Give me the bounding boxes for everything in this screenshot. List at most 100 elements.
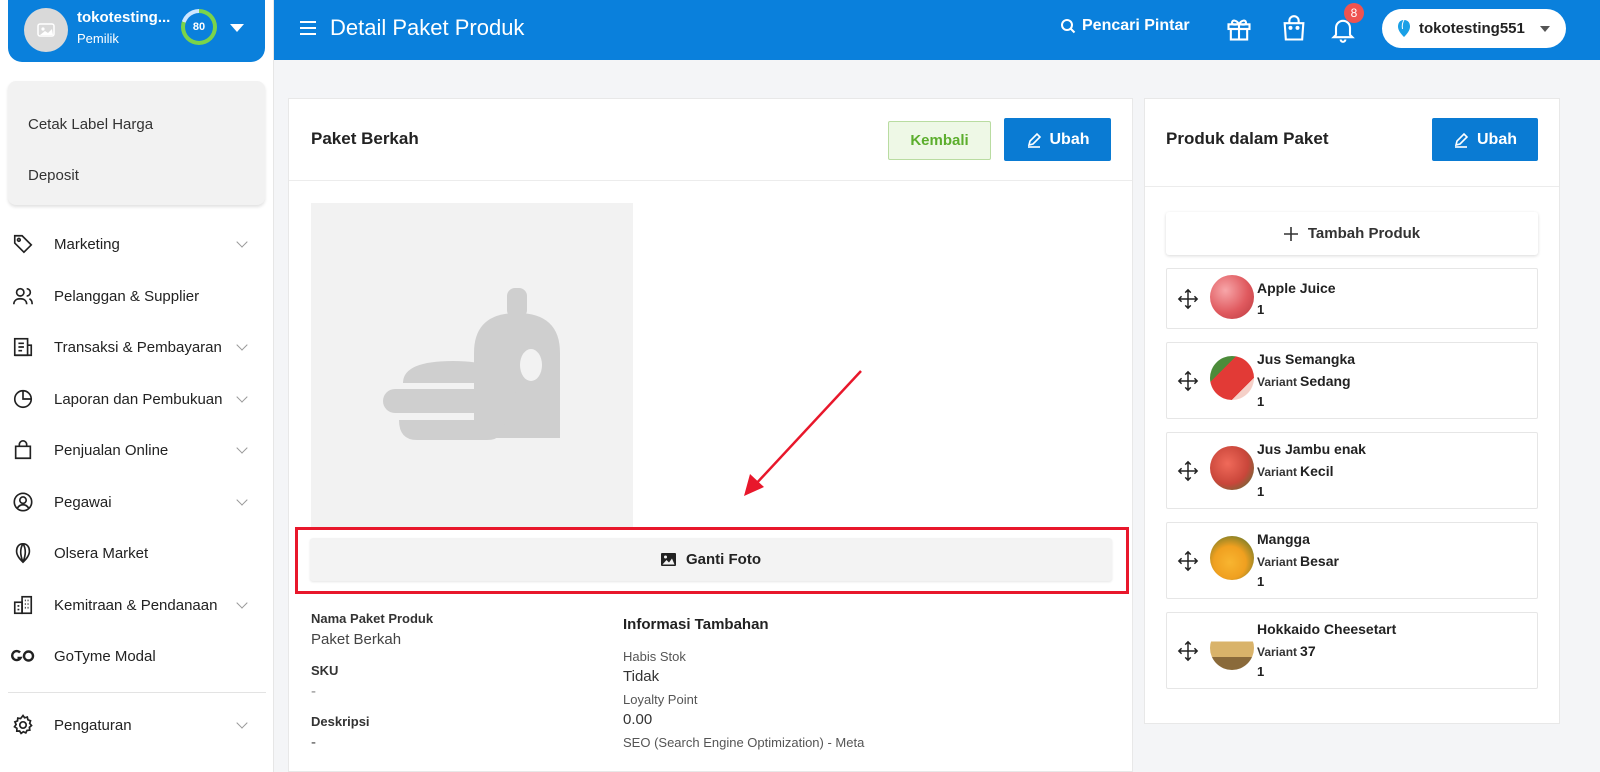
chevron-down-icon xyxy=(236,441,248,454)
chevron-down-icon xyxy=(236,235,248,248)
user-circle-icon xyxy=(10,489,36,515)
add-product-label: Tambah Produk xyxy=(1307,225,1421,242)
list-item[interactable]: Mangga Variant Besar 1 xyxy=(1166,522,1538,599)
topbar: Detail Paket Produk Pencari Pintar 8 tok… xyxy=(274,0,1600,60)
sidebar-item-label: Pengaturan xyxy=(54,716,132,734)
edit-button[interactable]: Ubah xyxy=(1004,118,1111,161)
product-variant-row: Variant Kecil xyxy=(1257,463,1334,479)
sidebar-item-olsera-market[interactable]: Olsera Market xyxy=(0,533,273,573)
product-name: Mangga xyxy=(1257,531,1310,547)
sidebar-item-gotyme[interactable]: GoTyme Modal xyxy=(0,636,273,676)
store-role: Pemilik xyxy=(77,31,119,46)
sidebar-item-pelanggan[interactable]: Pelanggan & Supplier xyxy=(0,276,273,316)
list-item[interactable]: Jus Jambu enak Variant Kecil 1 xyxy=(1166,432,1538,509)
product-thumbnail xyxy=(1210,356,1254,400)
move-icon xyxy=(1177,370,1199,392)
plus-icon xyxy=(1283,226,1298,241)
product-variant-row: Variant Besar xyxy=(1257,553,1339,569)
gift-icon[interactable] xyxy=(1225,15,1253,43)
sidebar-item-marketing[interactable]: Marketing xyxy=(0,224,273,264)
store-avatar xyxy=(24,8,68,52)
product-variant-row: Variant Sedang xyxy=(1257,373,1351,389)
sidebar-item-transaksi[interactable]: Transaksi & Pembayaran xyxy=(0,327,273,367)
sidebar-divider xyxy=(8,692,266,693)
pie-chart-icon xyxy=(10,386,36,412)
edit-products-button[interactable]: Ubah xyxy=(1432,118,1538,161)
product-thumbnail xyxy=(1210,536,1254,580)
variant-label: Variant xyxy=(1257,555,1298,569)
smart-search-button[interactable]: Pencari Pintar xyxy=(1060,17,1190,35)
product-name: Jus Jambu enak xyxy=(1257,441,1366,457)
receipt-icon xyxy=(10,334,36,360)
chevron-down-icon xyxy=(236,716,248,729)
caret-down-icon xyxy=(1540,26,1550,32)
variant-label: Variant xyxy=(1257,465,1298,479)
submenu-item-cetak-label[interactable]: Cetak Label Harga xyxy=(28,116,153,133)
product-thumbnail xyxy=(1210,626,1254,670)
sidebar-item-pegawai[interactable]: Pegawai xyxy=(0,482,273,522)
go-icon xyxy=(10,643,36,669)
red-arrow-annotation xyxy=(744,370,862,496)
product-qty: 1 xyxy=(1257,484,1265,499)
store-switcher[interactable]: tokotesting... Pemilik 80 xyxy=(8,0,265,62)
list-item[interactable]: Apple Juice 1 xyxy=(1166,268,1538,329)
balloon-logo-icon xyxy=(1398,19,1410,37)
pencil-icon xyxy=(1454,132,1469,148)
submenu-item-deposit[interactable]: Deposit xyxy=(28,167,79,184)
caret-down-icon[interactable] xyxy=(230,24,244,32)
chevron-down-icon xyxy=(236,390,248,403)
gear-icon xyxy=(10,712,36,738)
sidebar: tokotesting... Pemilik 80 Cetak Label Ha… xyxy=(0,0,274,772)
chevron-down-icon xyxy=(236,493,248,506)
package-name-value: Paket Berkah xyxy=(311,631,402,648)
product-variant: Sedang xyxy=(1300,373,1351,389)
list-item[interactable]: Hokkaido Cheesetart Variant 37 1 xyxy=(1166,612,1538,689)
move-icon xyxy=(1177,550,1199,572)
sidebar-item-label: Transaksi & Pembayaran xyxy=(54,338,222,356)
sku-label: SKU xyxy=(311,663,339,678)
shopping-bag-icon[interactable] xyxy=(1280,15,1308,43)
products-panel-title: Produk dalam Paket xyxy=(1166,129,1329,148)
out-of-stock-value: Tidak xyxy=(623,668,660,685)
package-photo-placeholder xyxy=(311,203,633,528)
smart-search-label: Pencari Pintar xyxy=(1082,17,1190,34)
store-name: tokotesting... xyxy=(77,9,171,26)
product-variant: Kecil xyxy=(1300,463,1334,479)
out-of-stock-label: Habis Stok xyxy=(623,649,686,664)
edit-button-label: Ubah xyxy=(1049,130,1090,148)
product-qty: 1 xyxy=(1257,394,1265,409)
add-product-button[interactable]: Tambah Produk xyxy=(1166,212,1538,255)
move-icon xyxy=(1177,460,1199,482)
sidebar-item-label: GoTyme Modal xyxy=(54,647,156,665)
sidebar-item-label: Pegawai xyxy=(54,493,112,511)
product-variant: 37 xyxy=(1300,643,1316,659)
store-score-value: 80 xyxy=(185,13,213,41)
list-item[interactable]: Jus Semangka Variant Sedang 1 xyxy=(1166,342,1538,419)
card-divider xyxy=(1145,186,1559,187)
sidebar-item-pengaturan[interactable]: Pengaturan xyxy=(0,705,273,745)
store-score-ring: 80 xyxy=(181,9,217,45)
account-menu[interactable]: tokotesting551 xyxy=(1382,9,1566,48)
package-name-label: Nama Paket Produk xyxy=(311,611,434,626)
account-name: tokotesting551 xyxy=(1419,20,1525,37)
sidebar-item-laporan[interactable]: Laporan dan Pembukuan xyxy=(0,379,273,419)
package-title: Paket Berkah xyxy=(311,129,419,148)
sku-value: - xyxy=(311,683,316,700)
variant-label: Variant xyxy=(1257,645,1298,659)
notification-badge: 8 xyxy=(1344,3,1364,23)
additional-info-title: Informasi Tambahan xyxy=(623,616,769,633)
sidebar-item-kemitraan[interactable]: Kemitraan & Pendanaan xyxy=(0,585,273,625)
users-icon xyxy=(10,283,36,309)
product-qty: 1 xyxy=(1257,574,1265,589)
food-placeholder-icon xyxy=(383,288,560,440)
product-name: Apple Juice xyxy=(1257,280,1336,296)
menu-icon[interactable] xyxy=(300,21,316,35)
back-button[interactable]: Kembali xyxy=(888,121,991,160)
page-title: Detail Paket Produk xyxy=(330,15,525,40)
sidebar-item-label: Olsera Market xyxy=(54,544,149,562)
sidebar-item-label: Marketing xyxy=(54,235,120,253)
sidebar-item-penjualan-online[interactable]: Penjualan Online xyxy=(0,430,273,470)
loyalty-point-value: 0.00 xyxy=(623,711,653,728)
product-name: Hokkaido Cheesetart xyxy=(1257,621,1397,637)
product-thumbnail xyxy=(1210,275,1254,319)
